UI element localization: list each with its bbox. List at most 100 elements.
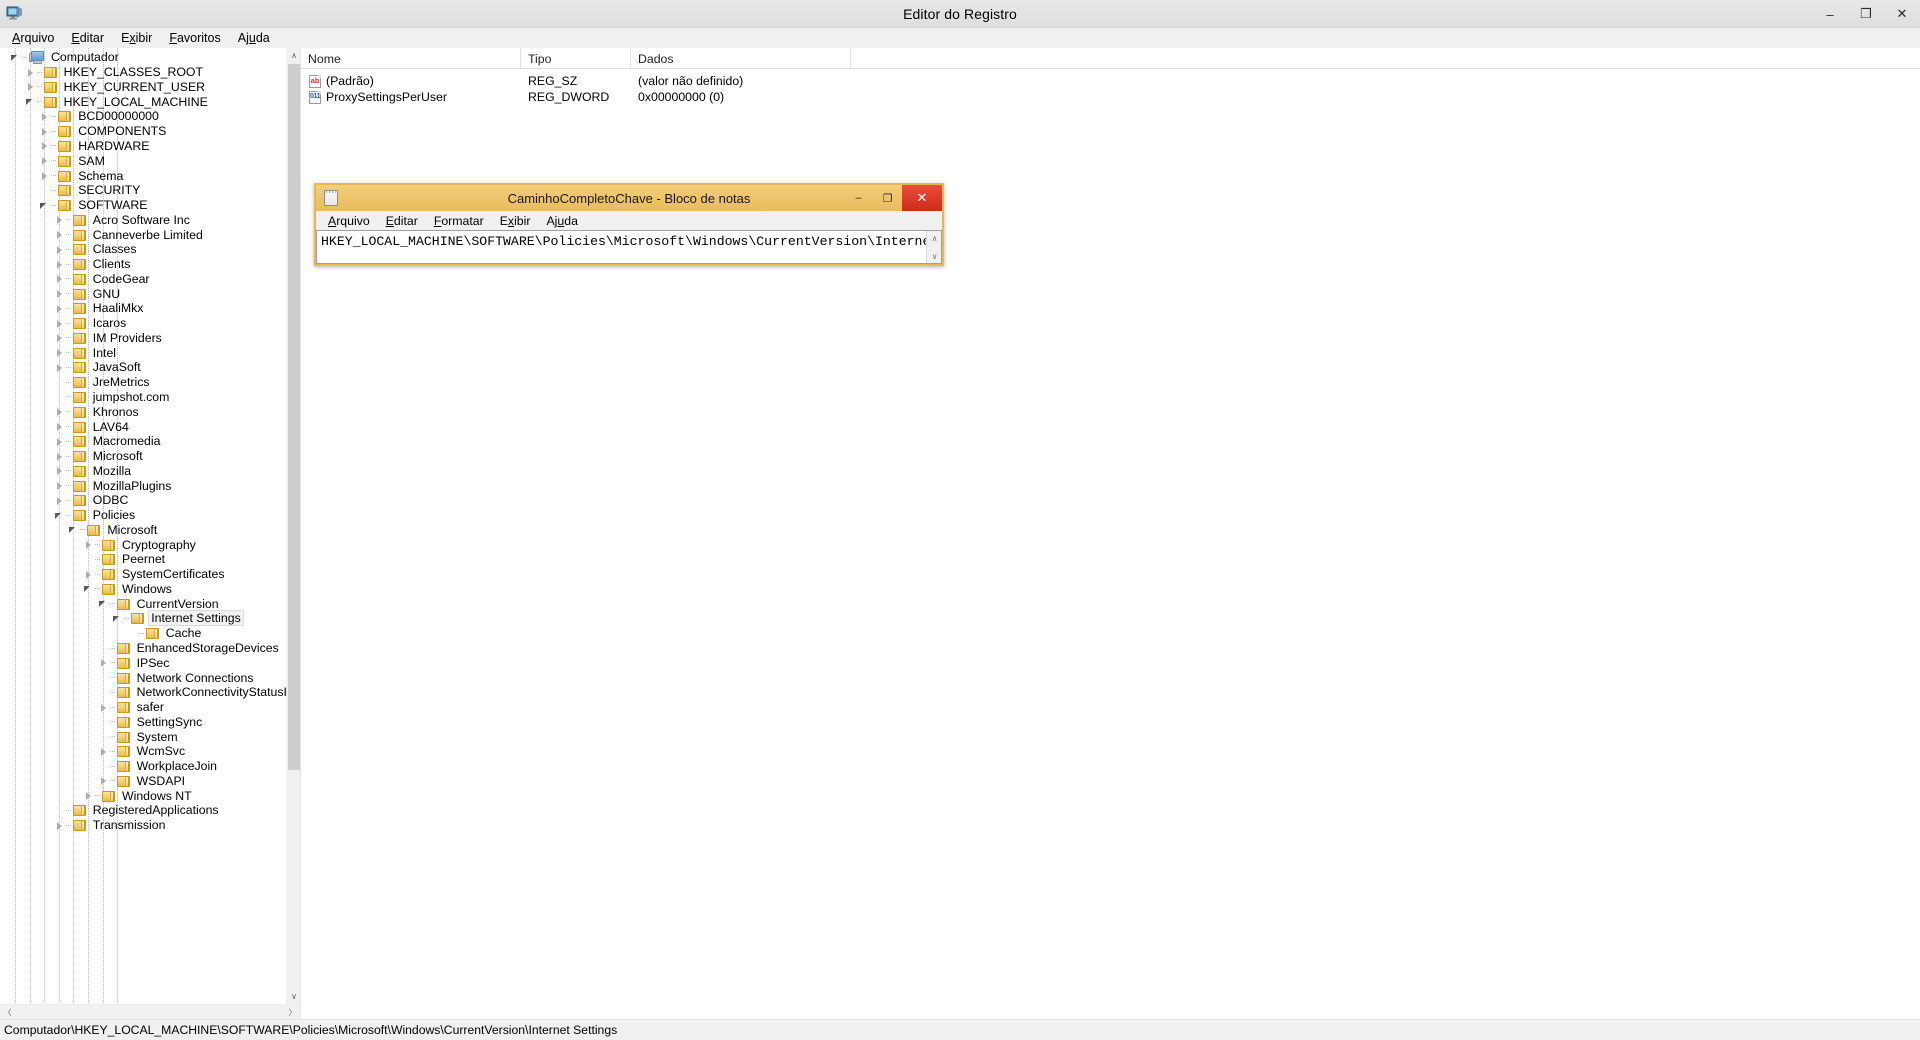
expand-arrow-icon[interactable] [54, 318, 65, 329]
collapse-arrow-icon[interactable] [112, 613, 123, 624]
window-titlebar[interactable]: Editor do Registro – ❐ ✕ [0, 0, 1920, 28]
notepad-vertical-scrollbar[interactable]: ∧ ∨ [926, 231, 941, 263]
tree-item[interactable]: safer [0, 700, 286, 715]
notepad-menu-ajuda[interactable]: Ajuda [538, 213, 585, 229]
tree-scroll-right-arrow[interactable]: 〉 [285, 1005, 300, 1020]
tree-item[interactable]: Microsoft [0, 449, 286, 464]
notepad-menu-formatar[interactable]: Formatar [426, 213, 492, 229]
expand-arrow-icon[interactable] [54, 303, 65, 314]
tree-item[interactable]: NetworkConnectivityStatusIndicato [0, 685, 286, 700]
notepad-text-content[interactable]: HKEY_LOCAL_MACHINE\SOFTWARE\Policies\Mic… [317, 231, 926, 263]
minimize-button[interactable]: – [1812, 0, 1848, 28]
tree-item[interactable]: RegisteredApplications [0, 803, 286, 818]
tree-item[interactable]: CodeGear [0, 271, 286, 286]
expand-arrow-icon[interactable] [54, 229, 65, 240]
tree-item[interactable]: Canneverbe Limited [0, 227, 286, 242]
menu-arquivo[interactable]: Arquivo [4, 29, 63, 47]
expand-arrow-icon[interactable] [54, 362, 65, 373]
tree-item[interactable]: HKEY_CURRENT_USER [0, 80, 286, 95]
tree-item[interactable]: CurrentVersion [0, 596, 286, 611]
expand-arrow-icon[interactable] [54, 465, 65, 476]
expand-arrow-icon[interactable] [83, 790, 94, 801]
tree-item[interactable]: jumpshot.com [0, 390, 286, 405]
tree-item[interactable]: BCD00000000 [0, 109, 286, 124]
tree-scroll-left-arrow[interactable]: 〈 [0, 1005, 15, 1020]
tree-item[interactable]: JreMetrics [0, 375, 286, 390]
expand-arrow-icon[interactable] [54, 480, 65, 491]
tree-item[interactable]: ODBC [0, 493, 286, 508]
tree-item[interactable]: Icaros [0, 316, 286, 331]
tree-item[interactable]: Cryptography [0, 537, 286, 552]
tree-item[interactable]: GNU [0, 286, 286, 301]
expand-arrow-icon[interactable] [54, 332, 65, 343]
tree-item[interactable]: Windows NT [0, 788, 286, 803]
notepad-text-area[interactable]: HKEY_LOCAL_MACHINE\SOFTWARE\Policies\Mic… [316, 230, 942, 264]
tree-item[interactable]: SettingSync [0, 714, 286, 729]
notepad-minimize-button[interactable]: – [844, 185, 873, 211]
expand-arrow-icon[interactable] [98, 775, 109, 786]
expand-arrow-icon[interactable] [54, 451, 65, 462]
tree-item[interactable]: HKEY_LOCAL_MACHINE [0, 94, 286, 109]
notepad-close-button[interactable]: ✕ [902, 185, 942, 211]
tree-scroll-down-arrow[interactable]: ∨ [287, 989, 300, 1004]
notepad-titlebar[interactable]: CaminhoCompletoChave - Bloco de notas – … [316, 185, 942, 211]
tree-item[interactable]: MozillaPlugins [0, 478, 286, 493]
collapse-arrow-icon[interactable] [83, 583, 94, 594]
collapse-arrow-icon[interactable] [98, 598, 109, 609]
collapse-arrow-icon[interactable] [68, 524, 79, 535]
expand-arrow-icon[interactable] [98, 657, 109, 668]
expand-arrow-icon[interactable] [25, 67, 36, 78]
expand-arrow-icon[interactable] [39, 111, 50, 122]
tree-item[interactable]: Clients [0, 257, 286, 272]
tree-item[interactable]: Computador [0, 50, 286, 65]
column-header-dados[interactable]: Dados [631, 48, 851, 69]
tree-item[interactable]: HARDWARE [0, 139, 286, 154]
expand-arrow-icon[interactable] [54, 421, 65, 432]
tree-item[interactable]: Acro Software Inc [0, 212, 286, 227]
maximize-button[interactable]: ❐ [1848, 0, 1884, 28]
expand-arrow-icon[interactable] [39, 170, 50, 181]
tree-item[interactable]: JavaSoft [0, 360, 286, 375]
tree-scroll-up-arrow[interactable]: ∧ [287, 48, 300, 63]
tree-item[interactable]: Network Connections [0, 670, 286, 685]
tree-item[interactable]: WorkplaceJoin [0, 759, 286, 774]
expand-arrow-icon[interactable] [25, 81, 36, 92]
tree-item[interactable]: SOFTWARE [0, 198, 286, 213]
expand-arrow-icon[interactable] [54, 406, 65, 417]
tree-item[interactable]: IPSec [0, 655, 286, 670]
expand-arrow-icon[interactable] [98, 702, 109, 713]
expand-arrow-icon[interactable] [54, 495, 65, 506]
tree-item[interactable]: HKEY_CLASSES_ROOT [0, 65, 286, 80]
column-header-nome[interactable]: Nome [301, 48, 521, 69]
tree-item[interactable]: SECURITY [0, 183, 286, 198]
tree-item[interactable]: Windows [0, 582, 286, 597]
tree-item[interactable]: LAV64 [0, 419, 286, 434]
tree-item[interactable]: Transmission [0, 818, 286, 833]
expand-arrow-icon[interactable] [83, 569, 94, 580]
expand-arrow-icon[interactable] [54, 347, 65, 358]
tree-item[interactable]: IM Providers [0, 331, 286, 346]
tree-item[interactable]: EnhancedStorageDevices [0, 641, 286, 656]
notepad-scroll-down-arrow[interactable]: ∨ [927, 249, 942, 263]
expand-arrow-icon[interactable] [83, 539, 94, 550]
tree-item[interactable]: HaaliMkx [0, 301, 286, 316]
tree-item[interactable]: WSDAPI [0, 774, 286, 789]
tree-item[interactable]: SystemCertificates [0, 567, 286, 582]
expand-arrow-icon[interactable] [39, 155, 50, 166]
menu-ajuda[interactable]: Ajuda [230, 29, 279, 47]
tree-vertical-scrollbar[interactable]: ∧ ∨ [286, 48, 300, 1004]
column-header-tipo[interactable]: Tipo [521, 48, 631, 69]
tree-item[interactable]: WcmSvc [0, 744, 286, 759]
expand-arrow-icon[interactable] [54, 244, 65, 255]
tree-item[interactable]: Peernet [0, 552, 286, 567]
collapse-arrow-icon[interactable] [39, 200, 50, 211]
notepad-maximize-button[interactable]: ❐ [873, 185, 902, 211]
tree-item[interactable]: Schema [0, 168, 286, 183]
tree-item[interactable]: Cache [0, 626, 286, 641]
menu-favoritos[interactable]: Favoritos [161, 29, 229, 47]
tree-hscroll-thumb[interactable] [16, 1006, 274, 1019]
notepad-menu-editar[interactable]: Editar [378, 213, 426, 229]
tree-horizontal-scrollbar[interactable]: 〈 〉 [0, 1004, 300, 1019]
notepad-menu-exibir[interactable]: Exibir [492, 213, 539, 229]
tree-item[interactable]: Microsoft [0, 523, 286, 538]
